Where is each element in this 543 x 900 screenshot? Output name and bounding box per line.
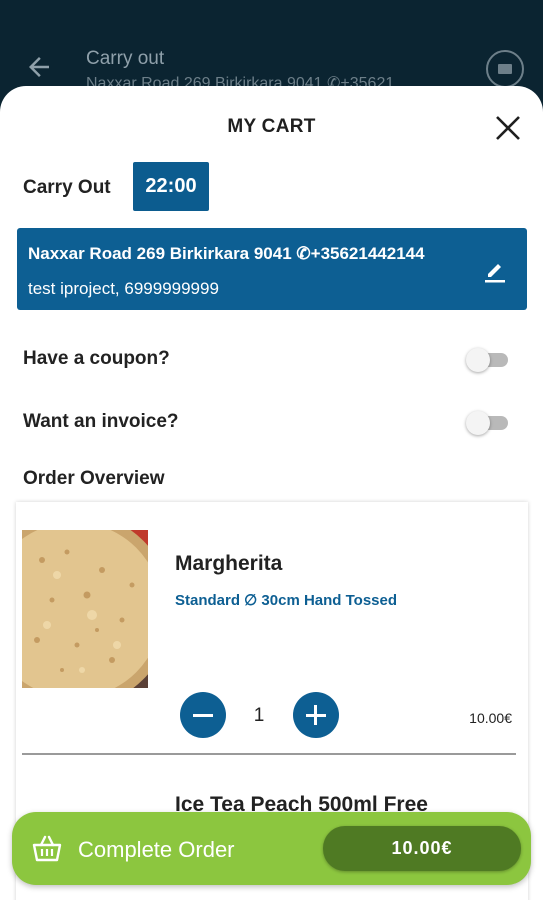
edit-icon[interactable] (481, 256, 509, 284)
address-line: Naxxar Road 269 Birkirkara 9041 ✆+356214… (28, 244, 425, 263)
item-divider (22, 753, 516, 755)
item-price: 10.00€ (469, 710, 512, 726)
coupon-toggle[interactable] (466, 348, 508, 372)
complete-order-label: Complete Order (78, 837, 235, 862)
carry-out-label: Carry Out (23, 177, 111, 198)
cart-title: MY CART (227, 116, 316, 137)
pickup-time-button[interactable]: 22:00 (133, 162, 209, 211)
card-icon[interactable] (486, 50, 524, 88)
back-arrow-icon[interactable] (24, 52, 54, 82)
quantity-value: 1 (253, 705, 265, 726)
decrease-quantity-button[interactable] (180, 692, 226, 738)
order-total: 10.00€ (323, 826, 521, 871)
order-overview-title: Order Overview (23, 468, 165, 489)
address-card: Naxxar Road 269 Birkirkara 9041 ✆+356214… (17, 228, 527, 310)
app-bar-subtitle: Naxxar Road 269 Birkirkara 9041 ✆+35621 (86, 75, 395, 86)
complete-order-button[interactable]: Complete Order 10.00€ (12, 812, 531, 885)
pizza-image (22, 530, 148, 688)
invoice-toggle[interactable] (466, 411, 508, 435)
item-name: Margherita (175, 552, 283, 575)
customer-line: test iproject, 6999999999 (28, 279, 219, 298)
minus-icon (193, 714, 213, 717)
app-bar-title: Carry out (86, 48, 165, 69)
cart-sheet: MY CART Carry Out 22:00 Naxxar Road 269 … (0, 86, 543, 900)
invoice-label: Want an invoice? (23, 411, 179, 432)
basket-icon (32, 835, 62, 862)
increase-quantity-button[interactable] (293, 692, 339, 738)
item-description: Standard ∅ 30cm Hand Tossed (175, 592, 398, 609)
coupon-label: Have a coupon? (23, 348, 170, 369)
close-icon[interactable] (492, 112, 524, 144)
